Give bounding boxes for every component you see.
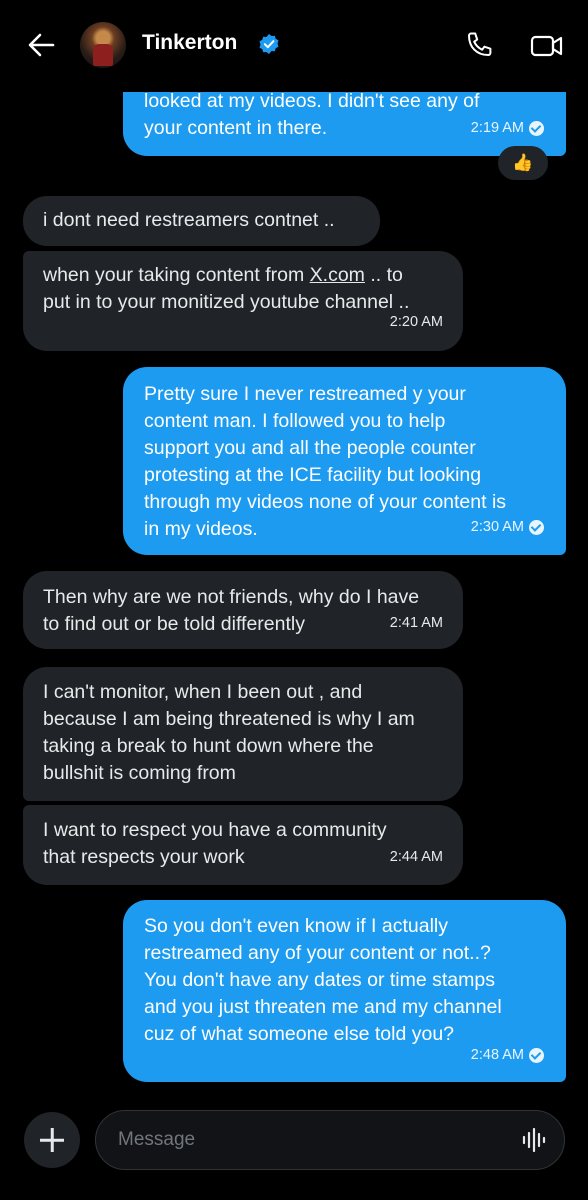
message-timestamp: 2:30 AM bbox=[471, 514, 544, 541]
thumbs-up-reaction[interactable]: 👍 bbox=[498, 146, 548, 180]
video-camera-icon[interactable] bbox=[530, 32, 564, 60]
message-timestamp: 2:41 AM bbox=[389, 615, 443, 631]
message-text: I want to respect you have a community t… bbox=[43, 819, 387, 868]
message-timestamp: 2:44 AM bbox=[389, 849, 443, 865]
message-text: when your taking content from X.com .. t… bbox=[43, 264, 410, 313]
message-bubble-outgoing[interactable]: Pretty sure I never restreamed y your co… bbox=[123, 367, 566, 555]
read-check-icon bbox=[529, 520, 544, 535]
plus-icon[interactable] bbox=[24, 1112, 80, 1168]
message-bubble-incoming[interactable]: i dont need restreamers contnet .. bbox=[23, 196, 380, 246]
contact-name[interactable]: Tinkerton bbox=[142, 31, 237, 55]
message-timestamp: 2:48 AM bbox=[471, 1042, 544, 1069]
message-bubble-outgoing[interactable]: So you don't even know if I actually res… bbox=[123, 900, 566, 1082]
back-arrow-icon[interactable] bbox=[26, 30, 56, 60]
phone-icon[interactable] bbox=[464, 30, 494, 60]
message-bubble-incoming[interactable]: Then why are we not friends, why do I ha… bbox=[23, 571, 463, 649]
message-bubble-incoming[interactable]: when your taking content from X.com .. t… bbox=[23, 251, 463, 351]
conversation-header: Tinkerton bbox=[0, 0, 588, 92]
voice-waveform-icon[interactable] bbox=[522, 1127, 546, 1153]
message-bubble-incoming[interactable]: I want to respect you have a community t… bbox=[23, 805, 463, 885]
message-text: I can't monitor, when I been out , and b… bbox=[43, 681, 415, 784]
avatar[interactable] bbox=[80, 22, 126, 68]
read-check-icon bbox=[529, 121, 544, 136]
verified-badge-icon bbox=[259, 34, 279, 54]
message-input[interactable] bbox=[95, 1110, 565, 1170]
message-text: So you don't even know if I actually res… bbox=[144, 915, 502, 1045]
message-text: i dont need restreamers contnet .. bbox=[43, 209, 335, 231]
message-text: Then why are we not friends, why do I ha… bbox=[43, 586, 420, 635]
message-bubble-incoming[interactable]: I can't monitor, when I been out , and b… bbox=[23, 667, 463, 801]
message-link[interactable]: X.com bbox=[310, 264, 365, 286]
message-timestamp: 2:19 AM bbox=[471, 115, 544, 142]
read-check-icon bbox=[529, 1048, 544, 1063]
message-timestamp: 2:20 AM bbox=[389, 314, 443, 330]
